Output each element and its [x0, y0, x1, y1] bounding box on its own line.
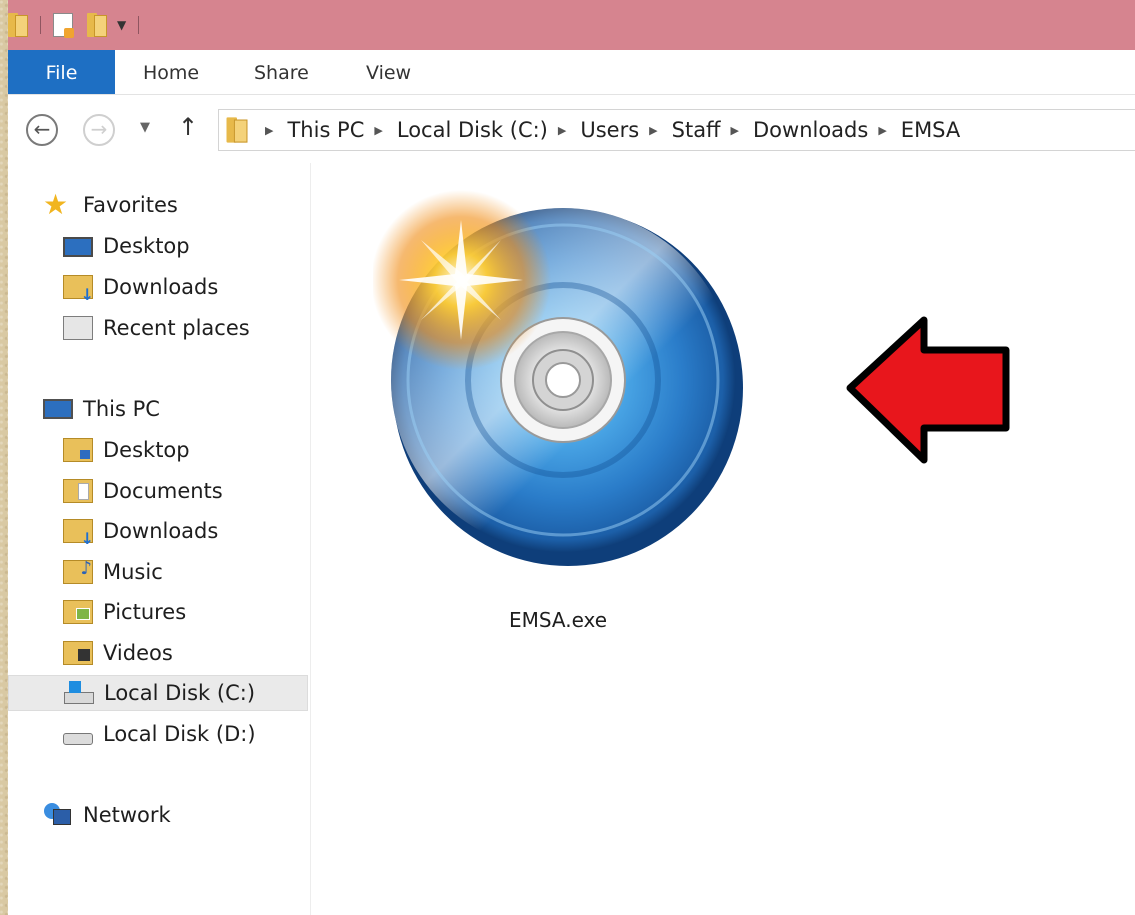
videos-folder-icon [63, 641, 93, 665]
sidebar-item-label: Documents [103, 479, 223, 503]
ribbon-tabs: File Home Share View [8, 50, 1135, 95]
properties-icon[interactable] [53, 13, 74, 38]
sidebar-item-label: Pictures [103, 600, 187, 624]
arrow-up-icon: ↑ [178, 113, 199, 141]
sidebar-item-label: Downloads [103, 519, 219, 543]
chevron-right-icon[interactable]: ▶ [558, 124, 566, 137]
folder-icon [226, 117, 248, 143]
tab-home[interactable]: Home [143, 50, 199, 94]
sidebar-item-label: Videos [103, 641, 173, 665]
navigation-pane: ★ Favorites Desktop Downloads Recent pla… [8, 163, 311, 915]
desktop-folder-icon [63, 438, 93, 462]
red-arrow-left-icon [846, 316, 1010, 464]
sidebar-item-label: Local Disk (C:) [104, 681, 256, 705]
tab-view[interactable]: View [366, 50, 411, 94]
back-button[interactable]: ← [26, 114, 58, 146]
folder-icon[interactable] [8, 13, 28, 37]
recent-places-icon [63, 316, 93, 340]
sidebar-item-desktop[interactable]: Desktop [8, 228, 363, 264]
sidebar-item-pc-downloads[interactable]: Downloads [8, 513, 363, 549]
file-list-pane: EMSA.exe [311, 163, 1135, 915]
forward-button[interactable]: → [83, 114, 115, 146]
sidebar-item-label: Recent places [103, 316, 250, 340]
chevron-right-icon[interactable]: ▶ [374, 124, 382, 137]
file-explorer-window: ▼ File Home Share View ← → ▼ ↑ ▶ This PC… [8, 0, 1135, 915]
up-button[interactable]: ↑ [178, 113, 198, 141]
breadcrumb-users[interactable]: Users [580, 118, 639, 142]
file-item-emsa-exe[interactable]: EMSA.exe [373, 188, 743, 632]
sidebar-item-label: Network [83, 803, 171, 827]
sidebar-item-network[interactable]: Network [8, 797, 343, 833]
sidebar-item-label: Music [103, 560, 163, 584]
arrow-right-icon: → [90, 117, 108, 141]
sidebar-item-local-disk-d[interactable]: Local Disk (D:) [8, 716, 363, 752]
file-name-label: EMSA.exe [508, 608, 608, 632]
sidebar-item-recent-places[interactable]: Recent places [8, 310, 363, 346]
tab-file[interactable]: File [8, 50, 115, 94]
breadcrumb-staff[interactable]: Staff [672, 118, 721, 142]
downloads-folder-icon [63, 519, 94, 548]
disc-setup-icon [373, 190, 743, 566]
sidebar-item-documents[interactable]: Documents [8, 473, 363, 509]
recent-locations-dropdown-icon[interactable]: ▼ [140, 120, 150, 135]
sidebar-item-downloads[interactable]: Downloads [8, 269, 363, 305]
system-drive-icon [64, 681, 94, 704]
new-folder-icon[interactable] [87, 13, 107, 37]
music-folder-icon [63, 558, 93, 584]
breadcrumb-emsa[interactable]: EMSA [901, 118, 960, 142]
breadcrumb-downloads[interactable]: Downloads [753, 118, 868, 142]
arrow-left-icon: ← [33, 117, 51, 141]
sidebar-item-videos[interactable]: Videos [8, 635, 363, 671]
breadcrumb-local-disk-c[interactable]: Local Disk (C:) [397, 118, 548, 142]
sidebar-item-label: Desktop [103, 234, 190, 258]
sidebar-item-label: This PC [83, 397, 160, 421]
sidebar-item-favorites[interactable]: ★ Favorites [8, 187, 343, 223]
computer-icon [43, 399, 73, 419]
navigation-bar: ← → ▼ ↑ ▶ This PC ▶ Local Disk (C:) ▶ Us… [8, 100, 1135, 160]
sidebar-item-label: Desktop [103, 438, 190, 462]
sidebar-item-label: Favorites [83, 193, 178, 217]
star-icon: ★ [43, 188, 69, 221]
breadcrumb-this-pc[interactable]: This PC [287, 118, 364, 142]
title-bar: ▼ [8, 0, 1135, 50]
desktop-icon [63, 237, 93, 257]
address-bar[interactable]: ▶ This PC ▶ Local Disk (C:) ▶ Users ▶ St… [218, 109, 1135, 151]
sidebar-item-this-pc[interactable]: This PC [8, 391, 343, 427]
sidebar-item-pictures[interactable]: Pictures [8, 594, 363, 630]
chevron-right-icon[interactable]: ▶ [265, 124, 273, 137]
quick-access-toolbar: ▼ [8, 10, 151, 40]
downloads-folder-icon [63, 275, 94, 304]
customize-toolbar-dropdown-icon[interactable]: ▼ [117, 18, 126, 32]
sidebar-item-label: Local Disk (D:) [103, 722, 256, 746]
sidebar-item-music[interactable]: Music [8, 554, 363, 590]
chevron-right-icon[interactable]: ▶ [649, 124, 657, 137]
sidebar-item-label: Downloads [103, 275, 219, 299]
chevron-right-icon[interactable]: ▶ [731, 124, 739, 137]
toolbar-separator [40, 16, 41, 34]
toolbar-separator [138, 16, 140, 34]
tab-share[interactable]: Share [254, 50, 309, 94]
pictures-folder-icon [63, 600, 93, 624]
network-icon [43, 803, 73, 827]
sidebar-item-local-disk-c[interactable]: Local Disk (C:) [8, 675, 308, 711]
documents-folder-icon [63, 479, 93, 503]
chevron-right-icon[interactable]: ▶ [878, 124, 886, 137]
drive-icon [63, 733, 93, 745]
sidebar-item-pc-desktop[interactable]: Desktop [8, 432, 363, 468]
